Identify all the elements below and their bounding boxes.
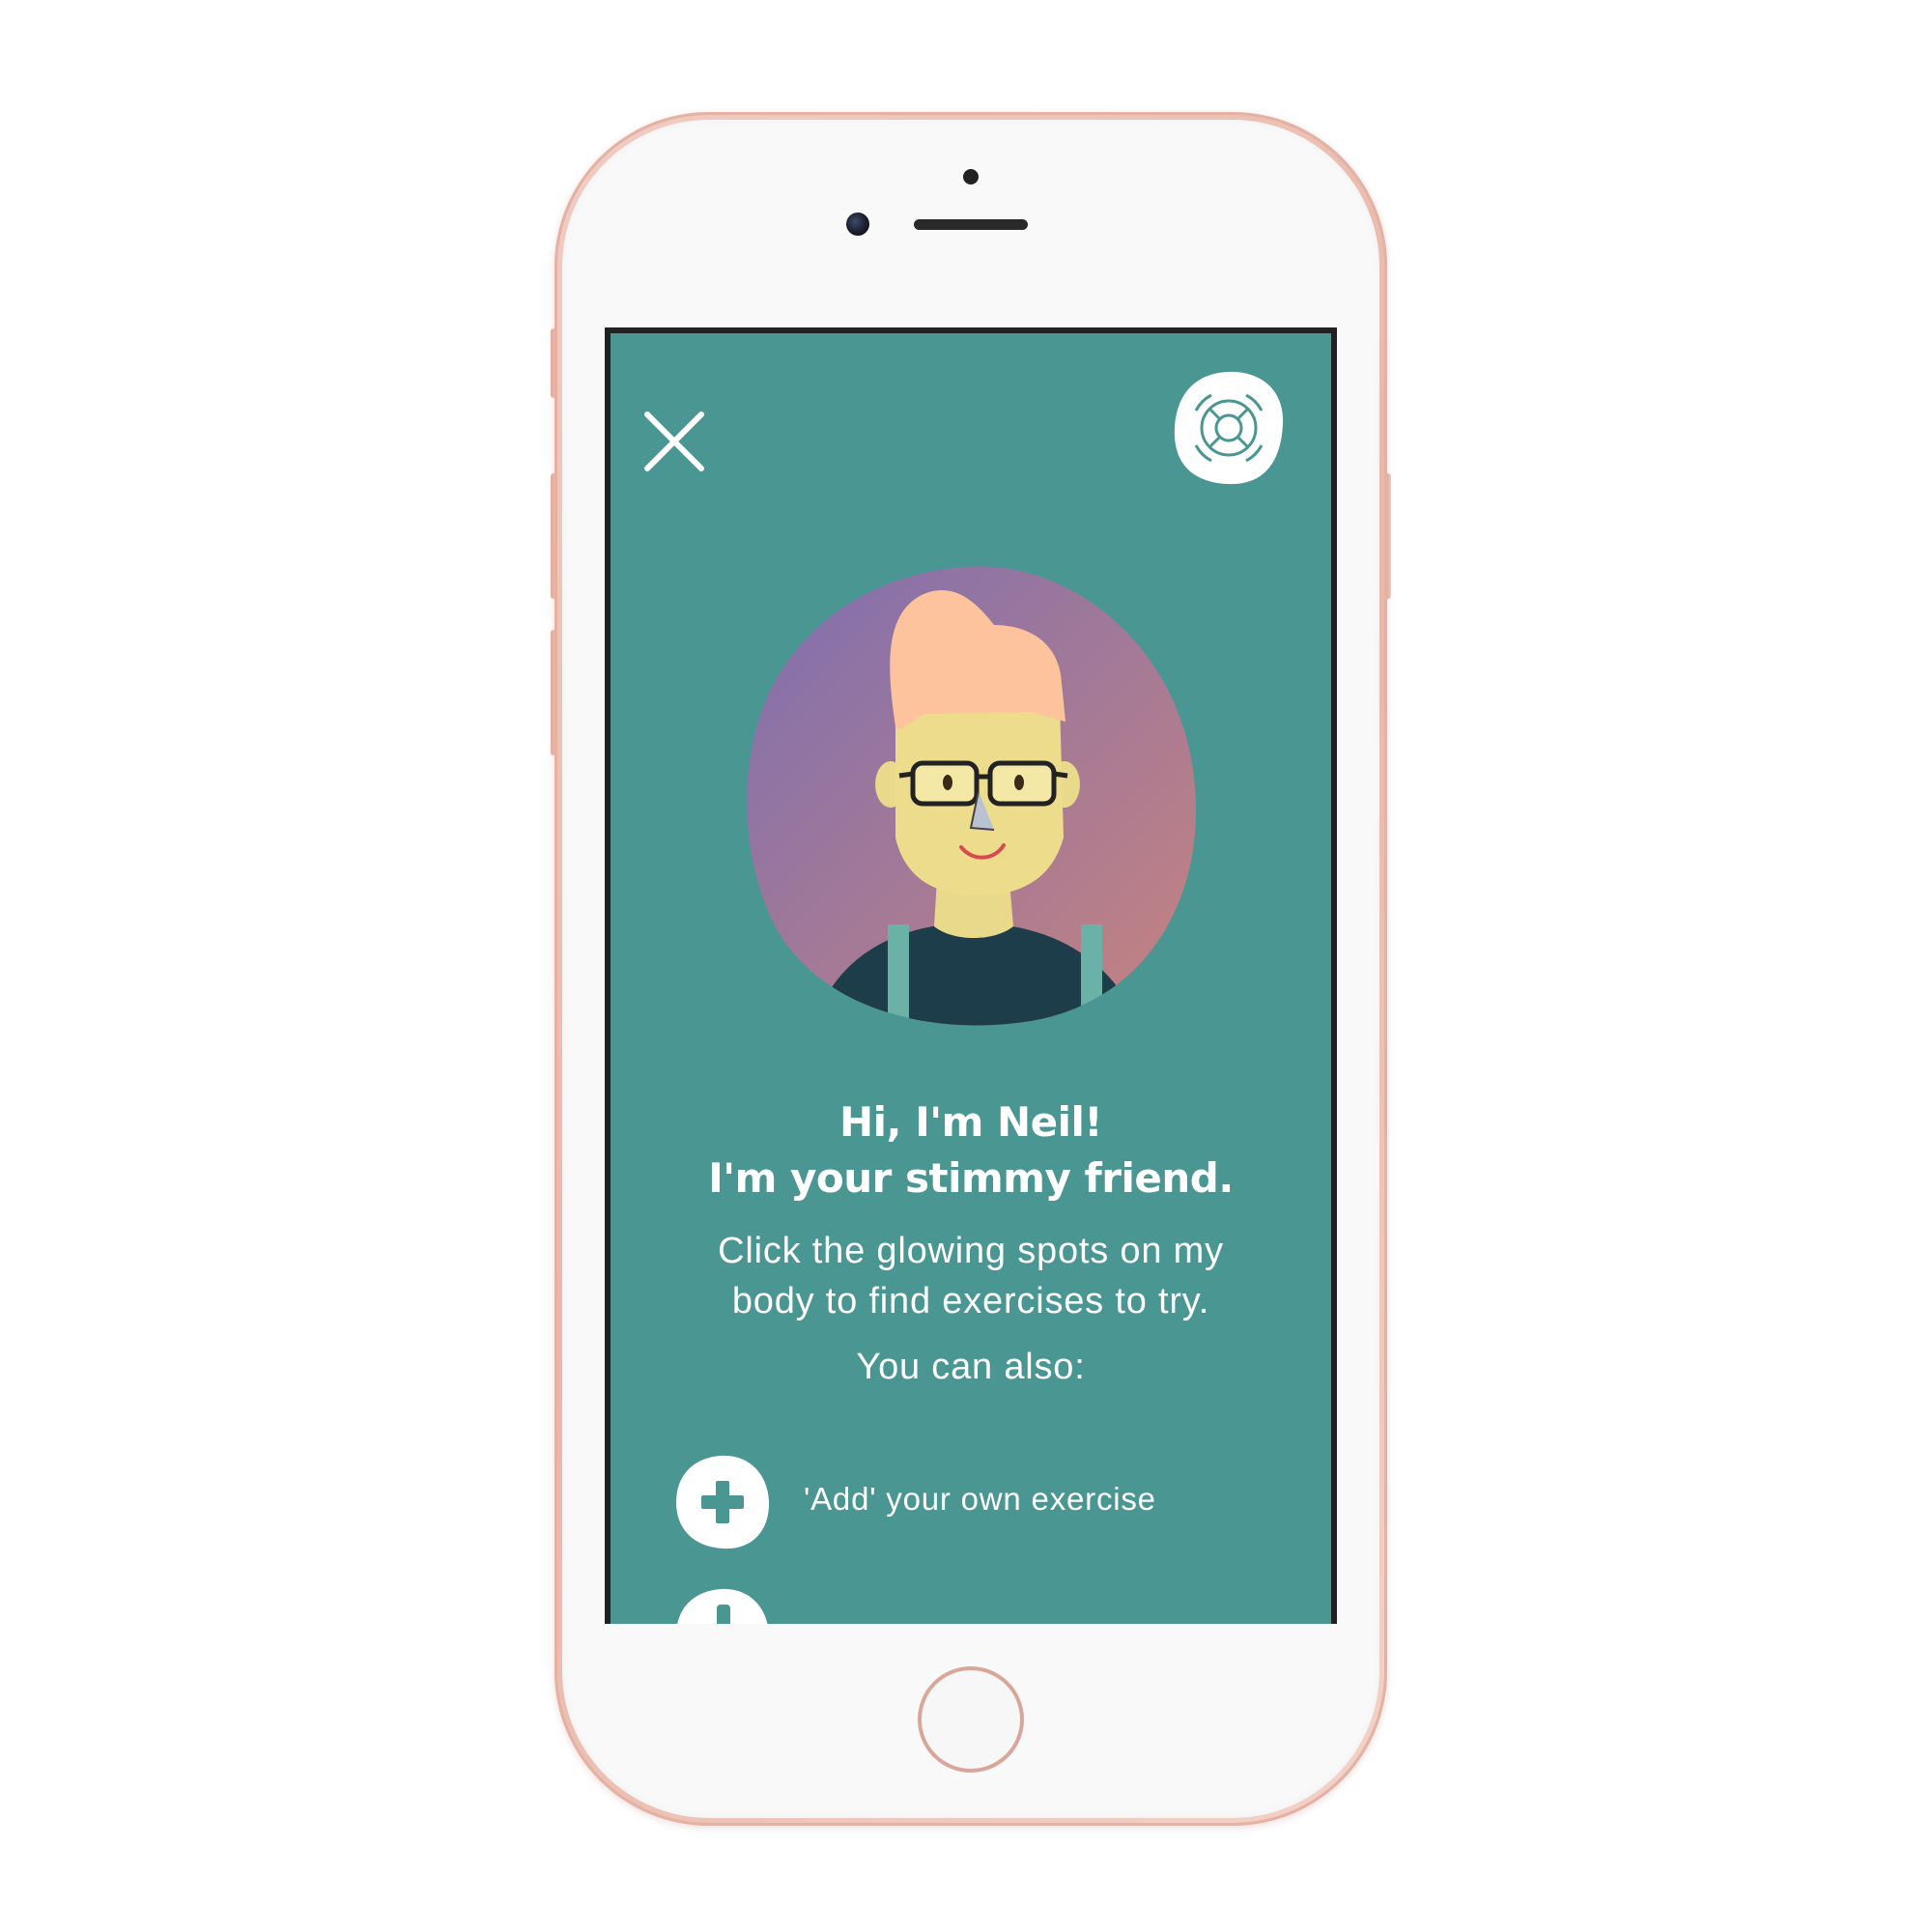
phone-screen: Hi, I'm Neil! I'm your stimmy friend. Cl… bbox=[605, 327, 1337, 1624]
intro-headline: Hi, I'm Neil! I'm your stimmy friend. bbox=[611, 1094, 1331, 1207]
plus-icon bbox=[676, 1455, 769, 1549]
home-button[interactable] bbox=[918, 1666, 1024, 1773]
more-icon bbox=[677, 1588, 768, 1624]
close-icon bbox=[644, 412, 704, 471]
headline-line-2: I'm your stimmy friend. bbox=[708, 1154, 1234, 1202]
add-exercise-label: 'Add' your own exercise bbox=[804, 1481, 1156, 1517]
instructions-line-1: Click the glowing spots on my bbox=[718, 1231, 1224, 1271]
character-avatar[interactable] bbox=[741, 557, 1205, 1040]
proximity-sensor bbox=[963, 169, 979, 185]
instructions-text: Click the glowing spots on my body to fi… bbox=[611, 1226, 1331, 1326]
also-label: You can also: bbox=[856, 1347, 1086, 1387]
app-view: Hi, I'm Neil! I'm your stimmy friend. Cl… bbox=[611, 333, 1331, 1624]
more-action-button[interactable] bbox=[674, 1587, 1254, 1624]
help-button[interactable] bbox=[1171, 368, 1287, 490]
earpiece-speaker bbox=[914, 219, 1028, 230]
add-exercise-button[interactable]: 'Add' your own exercise bbox=[674, 1454, 1254, 1550]
headline-line-1: Hi, I'm Neil! bbox=[838, 1098, 1103, 1146]
lifebuoy-icon bbox=[1174, 371, 1284, 485]
instructions-line-2: body to find exercises to try. bbox=[731, 1281, 1210, 1321]
front-camera bbox=[846, 213, 869, 236]
close-button[interactable] bbox=[641, 409, 707, 474]
